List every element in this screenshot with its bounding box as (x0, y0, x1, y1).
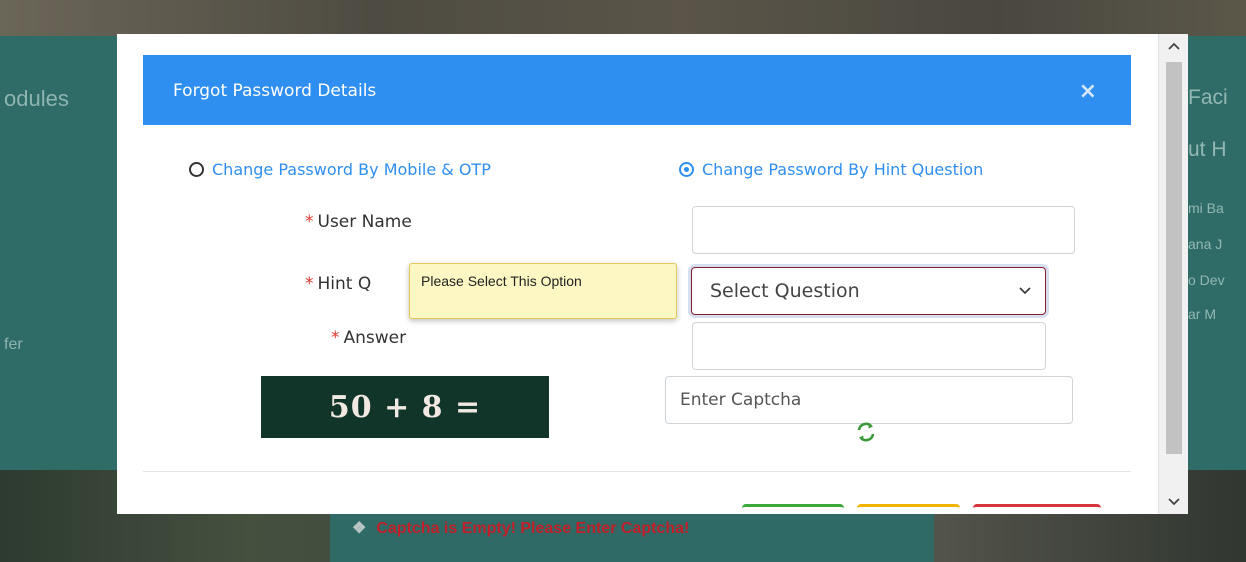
hint-question-selected-value: Select Question (710, 280, 860, 302)
modal-footer-divider (143, 471, 1131, 472)
footer-button-yellow[interactable] (857, 504, 960, 514)
required-mark: * (331, 328, 340, 348)
radio-unchecked-icon[interactable] (189, 162, 204, 177)
user-name-label-text: User Name (317, 212, 412, 232)
hint-question-label: * Hint Q (305, 274, 371, 294)
background-right-subheading: ut H (1188, 138, 1227, 161)
user-name-label: * User Name (305, 212, 412, 232)
option-hint-question[interactable]: Change Password By Hint Question (679, 160, 983, 179)
scroll-thumb[interactable] (1166, 62, 1182, 454)
close-icon[interactable]: × (1079, 79, 1097, 104)
required-mark: * (305, 274, 314, 294)
answer-label: * Answer (331, 328, 406, 348)
modal-scrollbar[interactable] (1158, 34, 1188, 514)
background-error-message: ❖ Captcha is Empty! Please Enter Captcha! (352, 518, 689, 538)
answer-input[interactable] (692, 322, 1046, 370)
option-mobile-otp-label[interactable]: Change Password By Mobile & OTP (212, 160, 491, 179)
validation-tooltip: Please Select This Option (409, 263, 677, 319)
diamond-icon: ❖ (352, 520, 367, 537)
required-mark: * (305, 212, 314, 232)
hint-question-select[interactable]: Select Question (691, 267, 1046, 315)
background-facilities-heading: Faci (1188, 86, 1228, 109)
background-photo-strip (0, 0, 1246, 36)
answer-label-text: Answer (343, 328, 407, 348)
user-name-input[interactable] (692, 206, 1075, 254)
refresh-captcha-icon[interactable] (855, 421, 877, 443)
modal-header: Forgot Password Details × (143, 55, 1131, 125)
scroll-up-icon[interactable] (1159, 36, 1189, 56)
option-hint-question-label[interactable]: Change Password By Hint Question (702, 160, 983, 179)
modal-title: Forgot Password Details (173, 81, 377, 101)
captcha-image: 50 + 8 = (261, 376, 549, 438)
background-modules-heading: odules (4, 86, 69, 111)
background-right-item: o Dev (1188, 272, 1225, 288)
background-right-item: ar M (1188, 306, 1216, 322)
captcha-input[interactable] (665, 376, 1073, 424)
hint-question-label-text: Hint Q (317, 274, 372, 294)
footer-button-red[interactable] (973, 504, 1101, 514)
footer-button-green[interactable] (742, 504, 844, 514)
background-error-text: Captcha is Empty! Please Enter Captcha! (376, 520, 690, 537)
background-right-item: mi Ba (1188, 200, 1224, 216)
background-left-text: fer (4, 336, 23, 353)
scroll-down-icon[interactable] (1159, 492, 1189, 512)
chevron-down-icon (1019, 284, 1031, 298)
radio-checked-icon[interactable] (679, 162, 694, 177)
option-mobile-otp[interactable]: Change Password By Mobile & OTP (189, 160, 491, 179)
forgot-password-modal: Forgot Password Details × Change Passwor… (117, 34, 1158, 514)
background-right-item: ana J (1188, 236, 1223, 252)
